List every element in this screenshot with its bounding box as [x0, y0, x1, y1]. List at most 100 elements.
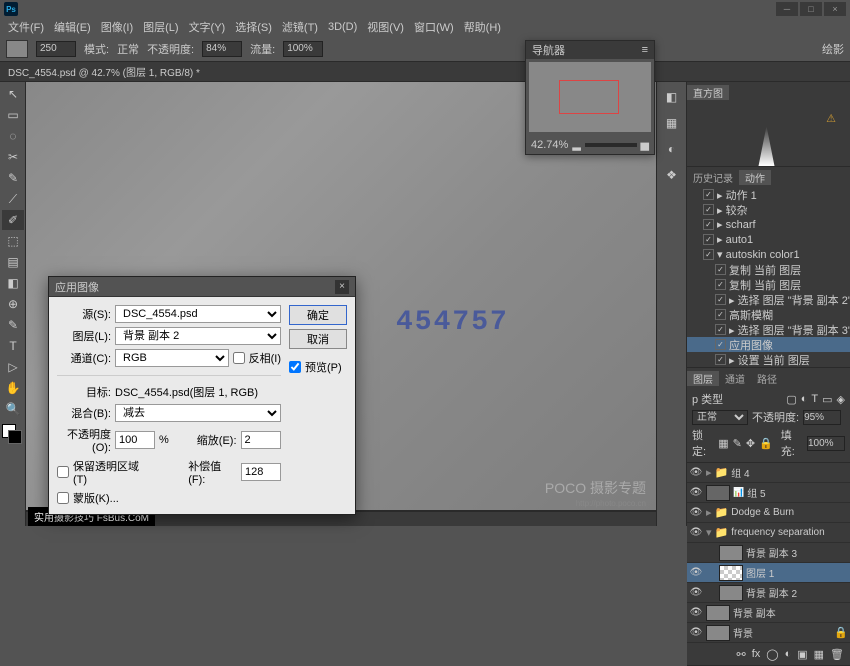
brush-size-input[interactable]: [36, 41, 76, 57]
lock-pixels-icon[interactable]: ✎: [733, 437, 742, 450]
tool-button[interactable]: ▷: [2, 357, 24, 377]
action-checkbox[interactable]: [715, 309, 726, 320]
tool-button[interactable]: ↖: [2, 84, 24, 104]
action-checkbox[interactable]: [715, 324, 726, 335]
tool-button[interactable]: ✋: [2, 378, 24, 398]
actions-tab[interactable]: 动作: [739, 170, 771, 185]
action-row[interactable]: ▸ 动作 1: [687, 187, 850, 202]
action-row[interactable]: 高斯模糊: [687, 307, 850, 322]
filter-shape-icon[interactable]: ▭: [822, 393, 832, 406]
fill-input[interactable]: [807, 436, 845, 451]
filter-adjust-icon[interactable]: ◐: [801, 393, 808, 405]
visibility-icon[interactable]: 👁: [689, 507, 703, 518]
layer-row[interactable]: 👁背景🔒: [687, 623, 850, 643]
delete-layer-icon[interactable]: 🗑: [830, 648, 844, 661]
action-row[interactable]: ▸ 设置 当前 图层: [687, 352, 850, 367]
layers-tab[interactable]: 图层: [687, 371, 719, 386]
zoom-out-icon[interactable]: ▂: [572, 138, 580, 151]
adjustments-panel-icon[interactable]: ◐: [663, 140, 681, 158]
tool-button[interactable]: ✎: [2, 315, 24, 335]
action-row[interactable]: ▸ scharf: [687, 217, 850, 232]
menu-item[interactable]: 滤镜(T): [278, 19, 322, 35]
tool-button[interactable]: ◧: [2, 273, 24, 293]
scale-input[interactable]: [241, 431, 281, 449]
layers-tab[interactable]: 路径: [751, 371, 783, 386]
filter-smart-icon[interactable]: ◈: [837, 393, 845, 406]
mode-value[interactable]: 正常: [117, 41, 139, 57]
visibility-icon[interactable]: 👁: [689, 527, 703, 538]
layer-row[interactable]: 👁背景 副本: [687, 603, 850, 623]
action-checkbox[interactable]: [715, 294, 726, 305]
visibility-icon[interactable]: 👁: [689, 567, 703, 578]
tool-button[interactable]: ⬚: [2, 231, 24, 251]
action-row[interactable]: 应用图像: [687, 337, 850, 352]
tool-button[interactable]: ✎: [2, 168, 24, 188]
tool-button[interactable]: ▭: [2, 105, 24, 125]
layers-tab[interactable]: 通道: [719, 371, 751, 386]
visibility-icon[interactable]: 👁: [689, 627, 703, 638]
menu-item[interactable]: 文件(F): [4, 19, 48, 35]
tool-button[interactable]: ⟋: [2, 189, 24, 209]
color-panel-icon[interactable]: ◧: [663, 88, 681, 106]
action-checkbox[interactable]: [703, 204, 714, 215]
menu-item[interactable]: 帮助(H): [460, 19, 505, 35]
menu-item[interactable]: 文字(Y): [185, 19, 230, 35]
action-checkbox[interactable]: [715, 339, 726, 350]
action-row[interactable]: ▸ 选择 图层 "背景 副本 2": [687, 292, 850, 307]
menu-item[interactable]: 3D(D): [324, 21, 361, 33]
visibility-icon[interactable]: 👁: [689, 467, 703, 478]
visibility-icon[interactable]: 👁: [689, 607, 703, 618]
channel-select[interactable]: RGB: [115, 349, 229, 367]
lock-position-icon[interactable]: ✥: [746, 437, 755, 450]
zoom-in-icon[interactable]: ▅: [641, 138, 649, 151]
zoom-slider[interactable]: [585, 143, 637, 147]
tool-button[interactable]: ⊕: [2, 294, 24, 314]
visibility-icon[interactable]: 👁: [689, 487, 703, 498]
styles-panel-icon[interactable]: ❖: [663, 166, 681, 184]
opacity-input[interactable]: [202, 41, 242, 57]
action-checkbox[interactable]: [715, 354, 726, 365]
filter-type-icon[interactable]: T: [811, 393, 818, 405]
layer-row[interactable]: 背景 副本 3: [687, 543, 850, 563]
layer-row[interactable]: 👁▸ 📁Dodge & Burn: [687, 503, 850, 523]
action-checkbox[interactable]: [703, 234, 714, 245]
tool-button[interactable]: ✂: [2, 147, 24, 167]
tool-button[interactable]: 🔍: [2, 399, 24, 419]
action-checkbox[interactable]: [715, 264, 726, 275]
action-checkbox[interactable]: [715, 279, 726, 290]
actions-tab[interactable]: 历史记录: [687, 170, 739, 185]
filter-pixel-icon[interactable]: ▢: [786, 393, 796, 406]
action-checkbox[interactable]: [703, 189, 714, 200]
lock-all-icon[interactable]: 🔒: [759, 437, 773, 450]
layer-filter-label[interactable]: p 类型: [692, 391, 723, 407]
lock-transparency-icon[interactable]: ▦: [718, 437, 728, 450]
visibility-icon[interactable]: 👁: [689, 587, 703, 598]
color-swatch[interactable]: [2, 424, 22, 444]
minimize-button[interactable]: ─: [776, 2, 798, 16]
menu-item[interactable]: 视图(V): [363, 19, 408, 35]
tool-button[interactable]: ✐: [2, 210, 24, 230]
close-button[interactable]: ×: [824, 2, 846, 16]
brush-preview[interactable]: [6, 40, 28, 58]
workspace-switcher[interactable]: 绘影: [822, 41, 844, 57]
menu-item[interactable]: 图层(L): [139, 19, 182, 35]
maximize-button[interactable]: □: [800, 2, 822, 16]
layer-row[interactable]: 👁背景 副本 2: [687, 583, 850, 603]
menu-item[interactable]: 选择(S): [231, 19, 276, 35]
action-checkbox[interactable]: [703, 219, 714, 230]
offset-input[interactable]: [241, 463, 281, 481]
invert-checkbox[interactable]: [233, 352, 245, 364]
layer-select[interactable]: 背景 副本 2: [115, 327, 281, 345]
new-layer-icon[interactable]: ▦: [814, 648, 824, 661]
link-layers-icon[interactable]: ⚯: [736, 648, 745, 661]
navigator-zoom[interactable]: 42.74%: [531, 139, 568, 151]
layer-style-icon[interactable]: fx: [752, 648, 761, 660]
histogram-tab[interactable]: 直方图: [687, 85, 729, 100]
navigator-preview[interactable]: [529, 62, 651, 132]
layer-row[interactable]: 👁📊组 5: [687, 483, 850, 503]
panel-menu-icon[interactable]: ≡: [642, 44, 648, 56]
flow-input[interactable]: [283, 41, 323, 57]
action-row[interactable]: 复制 当前 图层: [687, 277, 850, 292]
layer-row[interactable]: 👁图层 1: [687, 563, 850, 583]
preserve-checkbox[interactable]: [57, 466, 69, 478]
